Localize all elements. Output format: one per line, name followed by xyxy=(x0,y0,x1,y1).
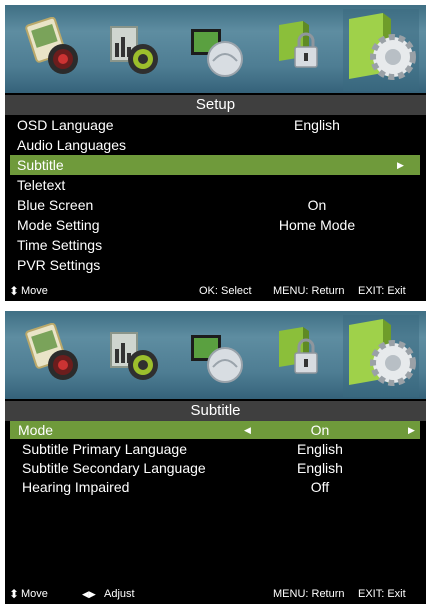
menu-item-osd-language[interactable]: OSD Language English xyxy=(5,115,426,135)
footer-ok-hint: OK: Select xyxy=(199,285,252,297)
menu-item-label: PVR Settings xyxy=(17,257,101,273)
footer-move-hint: Move xyxy=(21,285,48,297)
footer-exit-hint: EXIT: Exit xyxy=(358,285,406,297)
menu-item-label: Subtitle xyxy=(17,157,64,173)
menu-item-label: Audio Languages xyxy=(17,137,126,153)
setup-gear-icon[interactable] xyxy=(343,315,419,397)
sound-icon[interactable] xyxy=(105,17,165,81)
menu-item-value: Home Mode xyxy=(278,217,356,233)
sound-icon[interactable] xyxy=(105,323,165,387)
picture-icon[interactable] xyxy=(25,17,85,81)
footer-exit-hint: EXIT: Exit xyxy=(358,588,406,600)
footer-menu-hint: MENU: Return xyxy=(273,285,345,297)
chevron-right-icon: ▶ xyxy=(397,160,404,170)
footer-menu-hint: MENU: Return xyxy=(273,588,345,600)
subtitle-secondary-language-row[interactable]: Subtitle Secondary Language English xyxy=(5,459,426,478)
menu-item-value: English xyxy=(297,441,343,457)
menu-item-value: English xyxy=(297,460,343,476)
adjust-arrows-icon: ◀▶ xyxy=(82,589,96,599)
menu-title: Setup xyxy=(5,95,426,115)
menu-item-mode-setting[interactable]: Mode Setting Home Mode xyxy=(5,215,426,235)
menu-footer: ⬍ Move ◀▶ Adjust MENU: Return EXIT: Exit xyxy=(5,584,426,604)
setup-gear-icon[interactable] xyxy=(343,9,419,91)
menu-item-value: English xyxy=(294,117,340,133)
menu-icon-bar xyxy=(5,311,426,399)
menu-item-label: Subtitle Secondary Language xyxy=(22,460,206,476)
subtitle-mode-row[interactable]: Mode ◀ On ▶ xyxy=(10,421,420,439)
menu-item-audio-languages[interactable]: Audio Languages xyxy=(5,135,426,155)
setup-menu-panel: Setup OSD Language English Audio Languag… xyxy=(5,5,426,301)
footer-move-hint: Move xyxy=(21,588,48,600)
move-icon: ⬍ xyxy=(9,587,20,601)
menu-item-label: Time Settings xyxy=(17,237,103,253)
lock-icon[interactable] xyxy=(269,323,329,387)
channel-icon[interactable] xyxy=(187,323,247,387)
hearing-impaired-row[interactable]: Hearing Impaired Off xyxy=(5,478,426,497)
subtitle-primary-language-row[interactable]: Subtitle Primary Language English xyxy=(5,440,426,459)
subtitle-menu-panel: Subtitle Mode ◀ On ▶ Subtitle Primary La… xyxy=(5,311,426,604)
footer-adjust-hint: Adjust xyxy=(104,588,135,600)
menu-item-pvr-settings[interactable]: PVR Settings xyxy=(5,255,426,275)
chevron-right-icon[interactable]: ▶ xyxy=(408,421,415,439)
lock-icon[interactable] xyxy=(269,17,329,81)
menu-item-time-settings[interactable]: Time Settings xyxy=(5,235,426,255)
menu-item-label: Hearing Impaired xyxy=(22,479,130,495)
menu-item-blue-screen[interactable]: Blue Screen On xyxy=(5,195,426,215)
menu-item-subtitle[interactable]: Subtitle ▶ xyxy=(10,155,420,175)
menu-title: Subtitle xyxy=(5,401,426,421)
menu-item-label: Mode xyxy=(18,422,54,438)
menu-footer: ⬍ Move OK: Select MENU: Return EXIT: Exi… xyxy=(5,281,426,301)
menu-item-value: On xyxy=(307,197,327,213)
picture-icon[interactable] xyxy=(25,323,85,387)
channel-icon[interactable] xyxy=(187,17,247,81)
menu-icon-bar xyxy=(5,5,426,93)
menu-item-label: Blue Screen xyxy=(17,197,94,213)
menu-item-value: On xyxy=(310,422,330,438)
menu-item-teletext[interactable]: Teletext xyxy=(5,175,426,195)
menu-item-label: OSD Language xyxy=(17,117,114,133)
menu-item-value: Off xyxy=(310,479,330,495)
chevron-left-icon[interactable]: ◀ xyxy=(244,421,251,439)
move-icon: ⬍ xyxy=(9,284,20,298)
menu-item-label: Teletext xyxy=(17,177,66,193)
menu-item-label: Mode Setting xyxy=(17,217,100,233)
menu-item-label: Subtitle Primary Language xyxy=(22,441,187,457)
